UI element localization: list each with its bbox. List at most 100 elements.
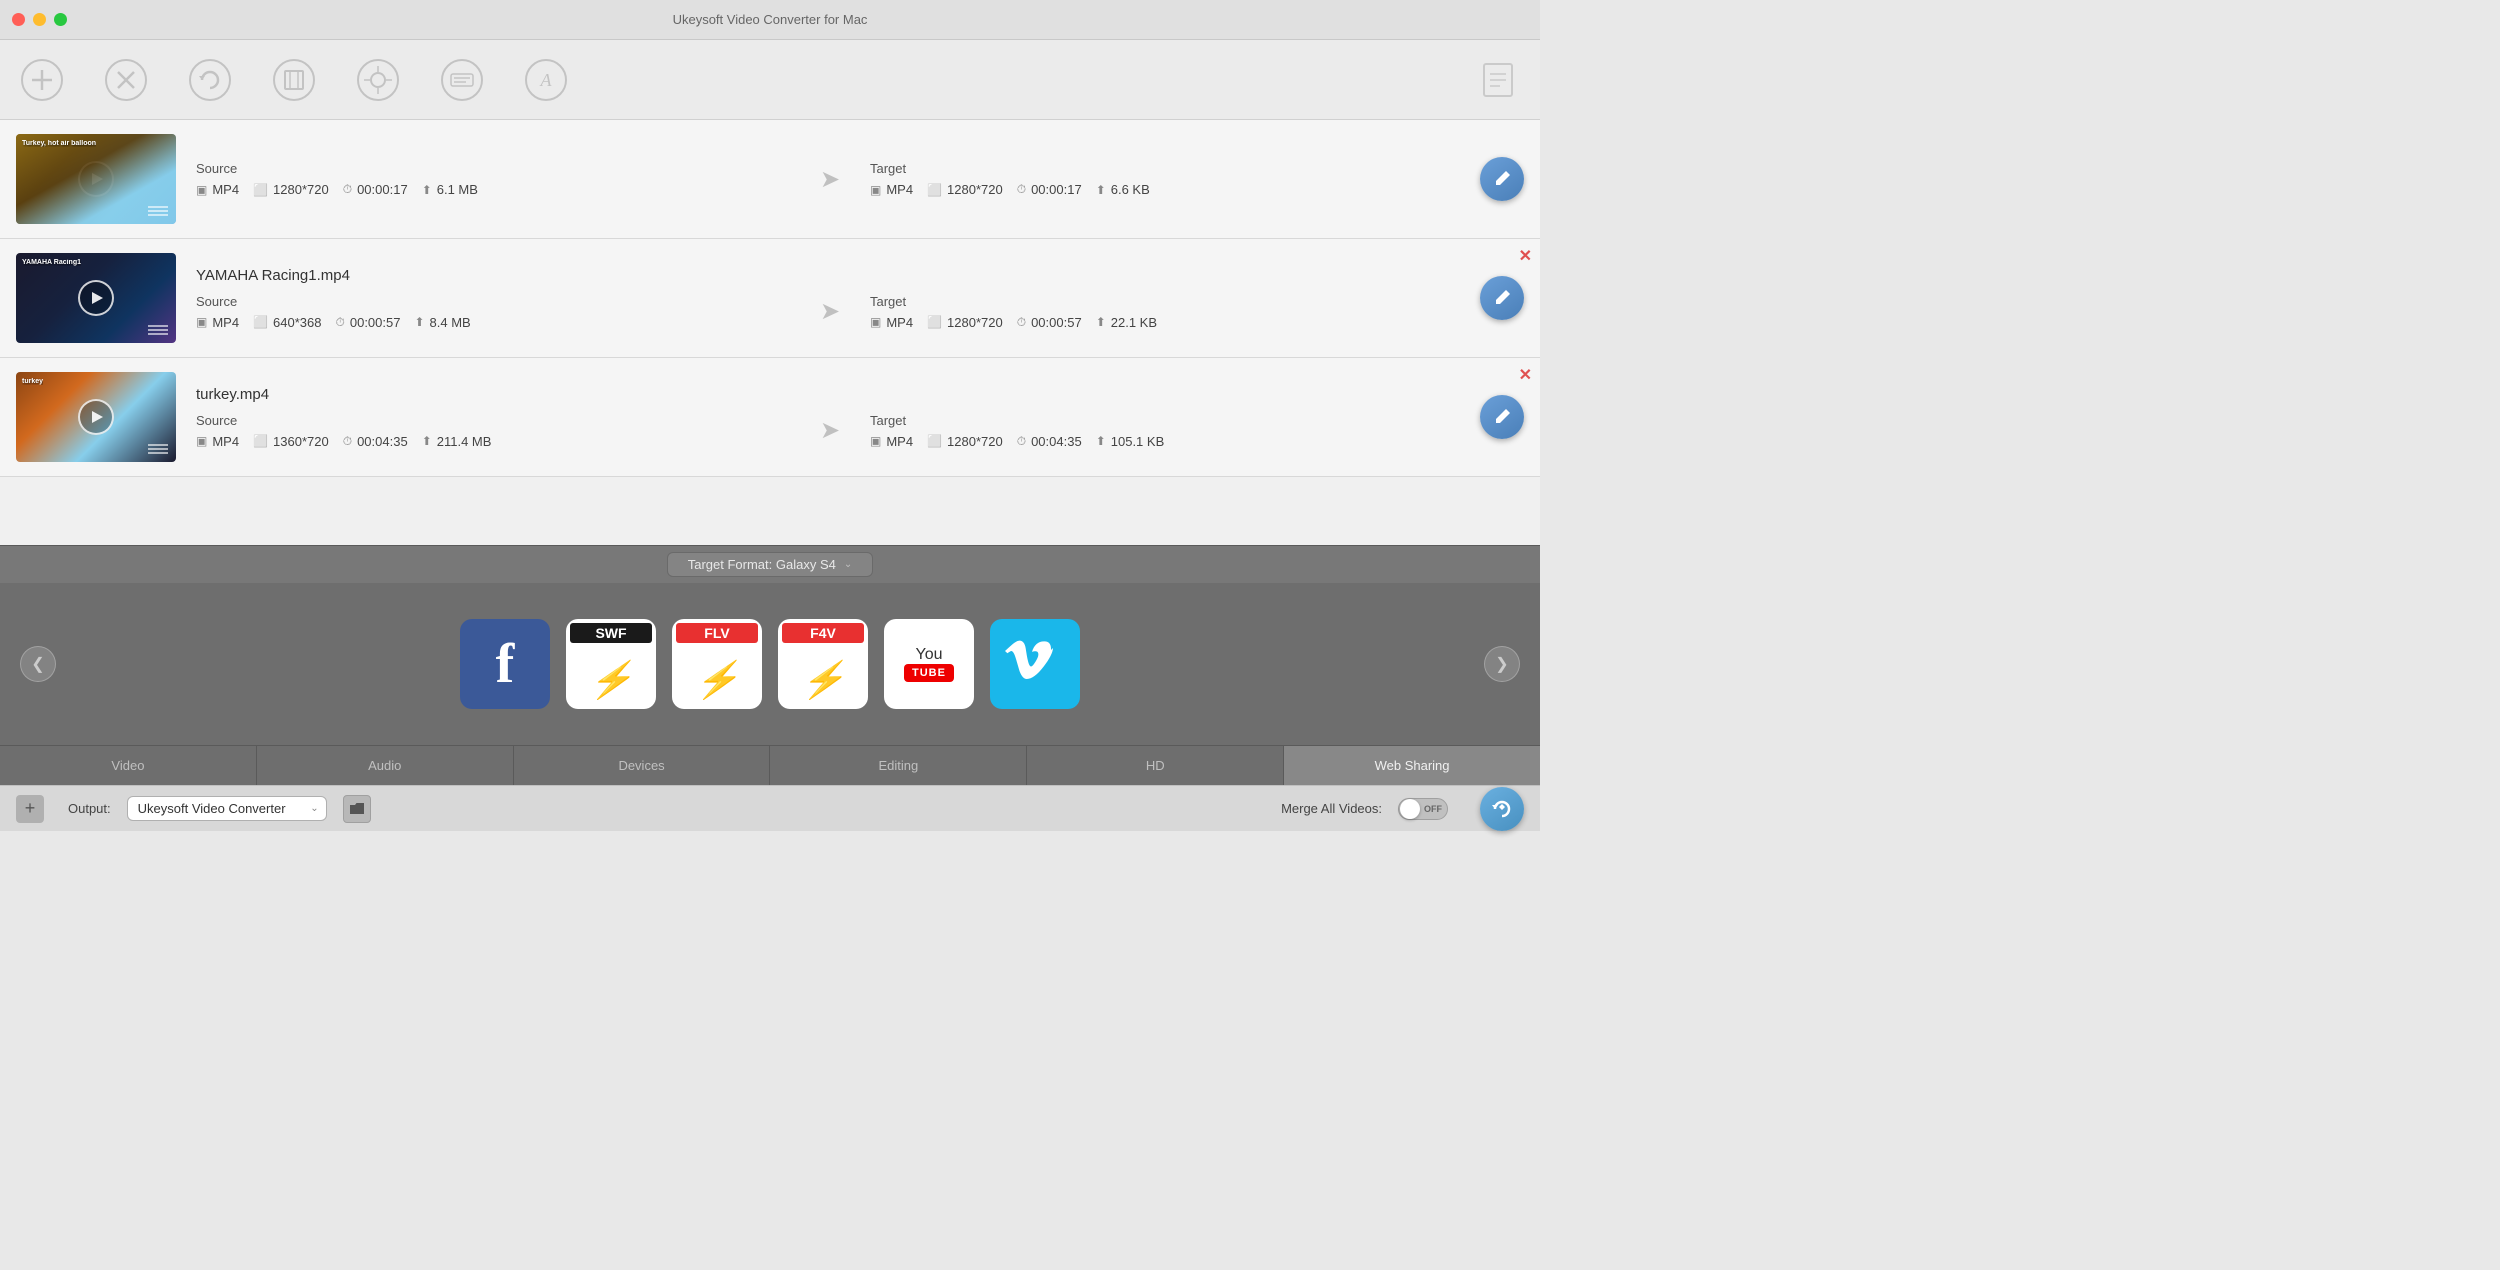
convert-button[interactable] [1480, 787, 1524, 831]
youtube-you-text: You [915, 646, 942, 664]
source-format-value: MP4 [212, 315, 239, 330]
source-values: ▣ MP4 ⬜ 1280*720 ⏱ 00:00:17 ⬆ [196, 182, 790, 197]
arrow-section: ➤ [790, 297, 870, 326]
video-thumbnail: turkey [16, 372, 176, 462]
merge-toggle[interactable]: OFF [1398, 798, 1448, 820]
target-duration-value: 00:04:35 [1031, 434, 1082, 449]
flv-format-icon[interactable]: FLV ⚡ [672, 619, 762, 709]
video-specs-row: Source ▣ MP4 ⬜ 1280*720 ⏱ 00:00:17 [196, 161, 1464, 197]
target-format-value: MP4 [886, 434, 913, 449]
source-size: ⬆ 8.4 MB [414, 315, 470, 330]
tab-video[interactable]: Video [0, 746, 257, 785]
video-info: YAMAHA Racing1.mp4 Source ▣ MP4 ⬜ 640*36… [196, 267, 1464, 330]
toggle-off-label: OFF [1424, 804, 1442, 814]
vimeo-format-icon[interactable] [990, 619, 1080, 709]
source-section: Source ▣ MP4 ⬜ 1360*720 ⏱ 00:04:35 [196, 413, 790, 449]
output-select[interactable]: Ukeysoft Video Converter [127, 796, 327, 821]
close-video-button[interactable]: ✕ [1519, 368, 1532, 384]
swf-format-icon[interactable]: SWF ⚡ [566, 619, 656, 709]
browse-folder-button[interactable] [343, 795, 371, 823]
file-icon[interactable] [1476, 58, 1520, 102]
tab-web-sharing[interactable]: Web Sharing [1284, 746, 1540, 785]
effect-icon[interactable] [356, 58, 400, 102]
thumb-lines [148, 206, 168, 216]
video-specs-row: Source ▣ MP4 ⬜ 640*368 ⏱ 00:00:57 [196, 294, 1464, 330]
target-resolution-icon: ⬜ [927, 434, 942, 448]
source-duration: ⏱ 00:00:17 [343, 182, 408, 197]
source-label: Source [196, 413, 790, 428]
toolbar: A [0, 40, 1540, 120]
prev-format-button[interactable]: ❮ [20, 646, 56, 682]
maximize-button[interactable] [54, 13, 67, 26]
swf-flash-icon: ⚡ [589, 659, 634, 701]
add-media-icon[interactable] [20, 58, 64, 102]
target-duration-value: 00:00:17 [1031, 182, 1082, 197]
play-button[interactable] [78, 399, 114, 435]
video-item: ✕ YAMAHA Racing1 YAMAHA Racing1.mp4 Sour… [0, 239, 1540, 358]
source-resolution: ⬜ 1280*720 [253, 182, 329, 197]
source-size: ⬆ 6.1 MB [422, 182, 478, 197]
size-icon: ⬆ [414, 315, 424, 329]
watermark-icon[interactable]: A [524, 58, 568, 102]
resolution-icon: ⬜ [253, 315, 268, 329]
source-section: Source ▣ MP4 ⬜ 1280*720 ⏱ 00:00:17 [196, 161, 790, 197]
subtitle-icon[interactable] [440, 58, 484, 102]
tab-hd[interactable]: HD [1027, 746, 1284, 785]
source-resolution-value: 1280*720 [273, 182, 329, 197]
refresh-icon[interactable] [188, 58, 232, 102]
edit-video-button[interactable] [1480, 395, 1524, 439]
target-resolution: ⬜ 1280*720 [927, 434, 1003, 449]
tab-editing[interactable]: Editing [770, 746, 1027, 785]
close-video-button[interactable]: ✕ [1519, 249, 1532, 265]
play-button[interactable] [78, 280, 114, 316]
target-section: Target ▣ MP4 ⬜ 1280*720 ⏱ 00:00:57 [870, 294, 1464, 330]
video-filename: turkey.mp4 [196, 386, 1464, 403]
tab-audio[interactable]: Audio [257, 746, 514, 785]
target-size-icon: ⬆ [1096, 315, 1106, 329]
format-selector-button[interactable]: Target Format: Galaxy S4 ⌄ [667, 552, 874, 577]
target-label: Target [870, 413, 1464, 428]
target-label: Target [870, 161, 1464, 176]
arrow-section: ➤ [790, 416, 870, 445]
bottom-panel: Target Format: Galaxy S4 ⌄ ❮ f SWF ⚡ FLV [0, 545, 1540, 785]
add-file-button[interactable]: + [16, 795, 44, 823]
f4v-format-icon[interactable]: F4V ⚡ [778, 619, 868, 709]
merge-toggle-switch[interactable]: OFF [1398, 798, 1448, 820]
format-selector: Target Format: Galaxy S4 ⌄ [0, 545, 1540, 583]
window-controls[interactable] [12, 13, 67, 26]
facebook-format-icon[interactable]: f [460, 619, 550, 709]
size-icon: ⬆ [422, 183, 432, 197]
target-format-icon: ▣ [870, 315, 881, 329]
convert-icon[interactable] [104, 58, 148, 102]
merge-label: Merge All Videos: [1281, 801, 1382, 816]
format-icons-list: f SWF ⚡ FLV ⚡ F4V ⚡ [56, 619, 1484, 709]
source-label: Source [196, 294, 790, 309]
target-size: ⬆ 22.1 KB [1096, 315, 1157, 330]
target-section: Target ▣ MP4 ⬜ 1280*720 ⏱ 00:00:17 [870, 161, 1464, 197]
tab-devices[interactable]: Devices [514, 746, 771, 785]
target-duration: ⏱ 00:00:17 [1017, 182, 1082, 197]
minimize-button[interactable] [33, 13, 46, 26]
youtube-format-icon[interactable]: You Tube [884, 619, 974, 709]
trim-icon[interactable] [272, 58, 316, 102]
close-button[interactable] [12, 13, 25, 26]
source-format-value: MP4 [212, 182, 239, 197]
target-duration: ⏱ 00:00:57 [1017, 315, 1082, 330]
dropdown-arrow-icon: ⌄ [844, 559, 852, 570]
target-format-value: MP4 [886, 315, 913, 330]
source-size-value: 211.4 MB [437, 434, 492, 449]
swf-badge: SWF [570, 623, 652, 643]
edit-video-button[interactable] [1480, 276, 1524, 320]
target-size: ⬆ 6.6 KB [1096, 182, 1150, 197]
category-tabs: Video Audio Devices Editing HD Web Shari… [0, 745, 1540, 785]
arrow-section: ➤ [790, 165, 870, 194]
video-filename: YAMAHA Racing1.mp4 [196, 267, 1464, 284]
resolution-icon: ⬜ [253, 434, 268, 448]
arrow-right-icon: ➤ [820, 165, 840, 194]
target-values: ▣ MP4 ⬜ 1280*720 ⏱ 00:04:35 ⬆ [870, 434, 1464, 449]
source-duration: ⏱ 00:00:57 [335, 315, 400, 330]
edit-video-button[interactable] [1480, 157, 1524, 201]
next-format-button[interactable]: ❯ [1484, 646, 1520, 682]
target-resolution-value: 1280*720 [947, 434, 1003, 449]
source-duration-value: 00:04:35 [357, 434, 408, 449]
